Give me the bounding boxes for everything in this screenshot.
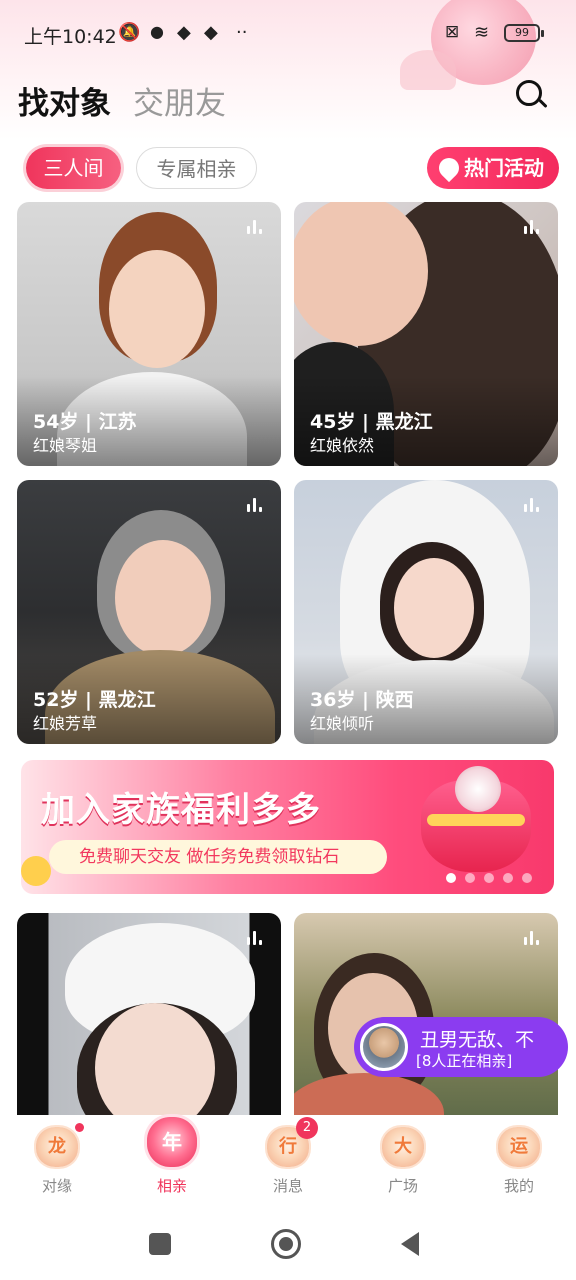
voice-icon: [524, 220, 544, 234]
nav-item-duiyuan[interactable]: 龙 对缘: [7, 1115, 107, 1205]
bottom-navigation: 龙 对缘 年 相亲 行 2 消息 大 广场 运 我的: [0, 1115, 576, 1205]
status-time: 上午10:42: [24, 26, 117, 48]
home-icon[interactable]: [271, 1229, 301, 1259]
chip-exclusive-blind-date[interactable]: 专属相亲: [136, 147, 257, 189]
pagination-dot[interactable]: [465, 873, 475, 883]
hot-activities-label: 热门活动: [464, 156, 544, 180]
no-sim-icon: ⊠: [445, 22, 460, 42]
profile-charm-icon: 运: [498, 1127, 540, 1167]
avatar: [360, 1023, 408, 1071]
coin-icon: [21, 856, 51, 886]
pagination-dot[interactable]: [484, 873, 494, 883]
nav-label: 对缘: [41, 1177, 72, 1195]
profile-card[interactable]: 52岁 | 黑龙江 红娘芳草: [17, 480, 281, 744]
profile-card[interactable]: [17, 913, 281, 1123]
recent-apps-icon[interactable]: [149, 1233, 171, 1255]
back-icon[interactable]: [401, 1232, 419, 1256]
mute-bell-icon: 🔕: [118, 22, 141, 43]
profile-card[interactable]: 36岁 | 陕西 红娘倾听: [294, 480, 558, 744]
nav-item-square[interactable]: 大 广场: [353, 1115, 453, 1205]
voice-icon: [247, 220, 267, 234]
profile-card[interactable]: 54岁 | 江苏 红娘琴姐: [17, 202, 281, 466]
matchmaker-name: 红娘琴姐: [33, 436, 98, 455]
age-location: 54岁 | 江苏: [33, 411, 137, 433]
flame-icon: [434, 153, 464, 183]
app-notification-icon: ◆: [204, 22, 218, 43]
voice-icon: [247, 498, 267, 512]
family-welfare-banner[interactable]: 加入家族福利多多 免费聊天交友 做任务免费领取钻石: [21, 760, 554, 894]
live-room-bubble[interactable]: 丑男无敌、不 [8人正在相亲]: [354, 1017, 568, 1077]
pagination-dot[interactable]: [446, 873, 456, 883]
more-notifications-icon: ··: [236, 22, 248, 43]
app-notification-icon: ◆: [177, 22, 191, 43]
system-navigation-bar: [0, 1205, 576, 1280]
live-host-name: 丑男无敌、不: [420, 1029, 535, 1051]
profile-photo: [17, 913, 281, 1123]
nav-item-messages[interactable]: 行 2 消息: [238, 1115, 338, 1205]
dragon-charm-icon: 龙: [36, 1127, 78, 1167]
unread-badge: 2: [296, 1117, 318, 1139]
banner-title: 加入家族福利多多: [41, 790, 321, 830]
age-location: 45岁 | 黑龙江: [310, 411, 433, 433]
search-button[interactable]: [512, 78, 552, 114]
hot-activities-button[interactable]: 热门活动: [427, 147, 559, 189]
pagination-dot[interactable]: [503, 873, 513, 883]
wifi-icon: ≋: [474, 22, 490, 43]
tab-make-friends[interactable]: 交朋友: [133, 78, 226, 123]
matchmaker-name: 红娘倾听: [310, 714, 375, 733]
banner-subtitle: 免费聊天交友 做任务免费领取钻石: [49, 840, 387, 874]
voice-icon: [247, 931, 267, 945]
matchmaker-name: 红娘芳草: [33, 714, 98, 733]
nav-item-mine[interactable]: 运 我的: [469, 1115, 569, 1205]
age-location: 36岁 | 陕西: [310, 689, 414, 711]
nav-label: 我的: [503, 1177, 534, 1195]
nav-item-xiangqin[interactable]: 年 相亲: [122, 1115, 222, 1205]
status-bar: 上午10:42 🔕 ● ◆ ◆ ·· ⊠ ≋ 99: [0, 0, 576, 70]
check-circle-icon: ●: [150, 22, 164, 41]
nav-label: 消息: [272, 1177, 303, 1195]
live-viewer-count: [8人正在相亲]: [416, 1052, 513, 1070]
new-year-charm-icon: 年: [147, 1117, 197, 1167]
nav-label: 相亲: [156, 1177, 187, 1195]
tab-find-partner[interactable]: 找对象: [18, 78, 111, 123]
nav-label: 广场: [387, 1177, 418, 1195]
chip-three-person-room[interactable]: 三人间: [26, 147, 121, 189]
pagination-dot[interactable]: [522, 873, 532, 883]
profile-card[interactable]: 45岁 | 黑龙江 红娘依然: [294, 202, 558, 466]
battery-icon: 99: [504, 24, 544, 42]
age-location: 52岁 | 黑龙江: [33, 689, 156, 711]
voice-icon: [524, 498, 544, 512]
lucky-bag-icon: [421, 766, 531, 872]
voice-icon: [524, 931, 544, 945]
notification-dot: [75, 1123, 84, 1132]
matchmaker-name: 红娘依然: [310, 436, 375, 455]
square-charm-icon: 大: [382, 1127, 424, 1167]
